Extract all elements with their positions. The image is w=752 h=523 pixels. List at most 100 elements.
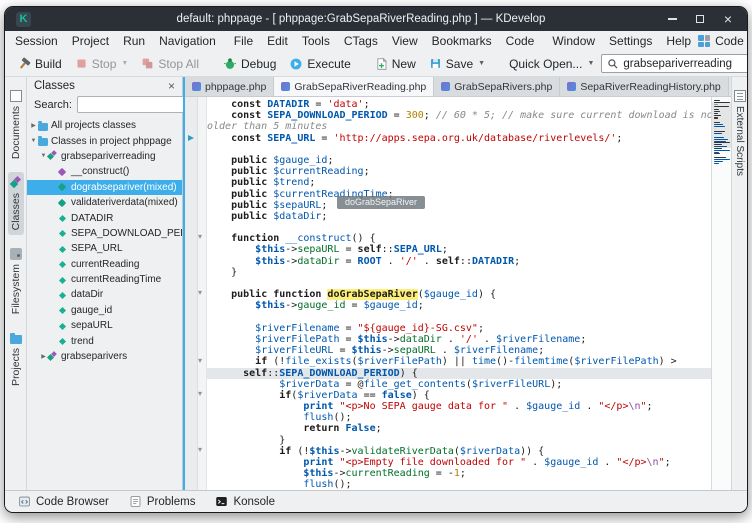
code-area-icon bbox=[698, 35, 710, 47]
title-bar[interactable]: K default: phppage - [ phppage:GrabSepaR… bbox=[5, 7, 747, 31]
filesystem-icon bbox=[10, 248, 22, 260]
menu-item-tools[interactable]: Tools bbox=[295, 33, 337, 49]
tree-down-arrow-icon[interactable]: ▼ bbox=[29, 138, 38, 144]
minimap-visible-range[interactable] bbox=[712, 102, 731, 148]
search-label: Search: bbox=[34, 99, 72, 111]
execute-icon bbox=[289, 57, 303, 71]
tree-item-trend[interactable]: trend bbox=[27, 333, 182, 348]
menu-item-ctags[interactable]: CTags bbox=[337, 33, 385, 49]
close-button[interactable]: × bbox=[722, 13, 734, 25]
dock-tab-projects[interactable]: Projects bbox=[8, 328, 24, 391]
code-folding-strip[interactable]: ▾ ▾ ▾ ▾ ▾ bbox=[198, 97, 207, 490]
fold-arrow-icon[interactable]: ▾ bbox=[198, 232, 202, 241]
fold-arrow-icon[interactable]: ▾ bbox=[198, 389, 202, 398]
tree-item-gauge-id[interactable]: gauge_id bbox=[27, 303, 182, 318]
search-input[interactable] bbox=[623, 58, 748, 70]
search-icon bbox=[607, 58, 619, 70]
field-icon bbox=[58, 305, 68, 315]
menu-item-file[interactable]: File bbox=[227, 33, 260, 49]
code-line: return False; bbox=[207, 423, 711, 434]
symbol-tooltip: doGrabSepaRiver bbox=[337, 196, 425, 209]
cls-icon bbox=[48, 151, 58, 161]
right-dock-strip: External Scripts bbox=[731, 77, 747, 490]
editor-tab-separiverreadinghistory-php[interactable]: SepaRiverReadingHistory.php bbox=[560, 77, 728, 96]
stop-all-button[interactable]: Stop All bbox=[135, 55, 205, 73]
maximize-button[interactable] bbox=[694, 13, 706, 25]
editor-tab-grabsepariverreading-php[interactable]: GrabSepaRiverReading.php bbox=[274, 77, 434, 96]
code-browser-button[interactable]: Code Browser bbox=[11, 493, 116, 510]
menu-item-edit[interactable]: Edit bbox=[260, 33, 295, 49]
tree-right-arrow-icon[interactable]: ▶ bbox=[29, 122, 38, 129]
konsole-label: Konsole bbox=[233, 496, 275, 508]
tree-item-sepa-download-period[interactable]: SEPA_DOWNLOAD_PERIOD bbox=[27, 226, 182, 241]
tree-item-grabsepariverreading[interactable]: ▼grabsepariverreading bbox=[27, 149, 182, 164]
class-tree[interactable]: ▶All projects classes▼Classes in project… bbox=[27, 118, 182, 490]
menu-item-navigation[interactable]: Navigation bbox=[152, 33, 223, 49]
tree-item-all-projects-classes[interactable]: ▶All projects classes bbox=[27, 118, 182, 133]
menu-item-project[interactable]: Project bbox=[65, 33, 116, 49]
code-line: flush(); bbox=[207, 412, 711, 423]
debug-button[interactable]: Debug bbox=[217, 55, 282, 73]
code-line: const SEPA_URL = 'http://apps.sepa.org.u… bbox=[207, 133, 711, 144]
tree-item-grabseparivers[interactable]: ▶grabseparivers bbox=[27, 349, 182, 364]
tree-item-currentreadingtime[interactable]: currentReadingTime bbox=[27, 272, 182, 287]
tree-item-dograbsepariver-mixed[interactable]: dograbsepariver(mixed) bbox=[27, 180, 182, 195]
stop-button[interactable]: Stop ▼ bbox=[69, 55, 135, 73]
build-label: Build bbox=[35, 57, 62, 71]
code-line: $riverFilename = "${gauge_id}-SG.csv"; bbox=[207, 323, 711, 334]
projects-icon bbox=[10, 335, 22, 344]
minimap-scrollbar[interactable] bbox=[711, 97, 731, 490]
dock-tab-classes[interactable]: Classes bbox=[8, 172, 24, 235]
menu-item-code[interactable]: Code bbox=[499, 33, 542, 49]
problems-icon bbox=[129, 495, 142, 508]
tree-item-sepaurl[interactable]: sepaURL bbox=[27, 318, 182, 333]
code-area[interactable]: const DATADIR = 'data'; const SEPA_DOWNL… bbox=[207, 97, 711, 490]
minimize-button[interactable] bbox=[666, 13, 678, 25]
tree-item-datadir[interactable]: DATADIR bbox=[27, 210, 182, 225]
save-icon bbox=[429, 57, 442, 70]
menu-item-settings[interactable]: Settings bbox=[602, 33, 659, 49]
fold-arrow-icon[interactable]: ▾ bbox=[198, 356, 202, 365]
code-line: function __construct() { bbox=[207, 233, 711, 244]
field-icon bbox=[58, 228, 68, 238]
quick-open-button[interactable]: Quick Open... ▼ bbox=[503, 55, 600, 73]
close-panel-button[interactable]: × bbox=[168, 81, 175, 91]
editor-tab-phppage-php[interactable]: phppage.php bbox=[185, 77, 274, 96]
save-button[interactable]: Save ▼ bbox=[423, 55, 491, 73]
menu-item-session[interactable]: Session bbox=[8, 33, 65, 49]
problems-button[interactable]: Problems bbox=[122, 493, 203, 510]
execute-button[interactable]: Execute bbox=[283, 55, 356, 73]
menu-item-bookmarks[interactable]: Bookmarks bbox=[425, 33, 499, 49]
code-line: const SEPA_DOWNLOAD_PERIOD = 300; // 60 … bbox=[207, 110, 711, 121]
menu-item-run[interactable]: Run bbox=[116, 33, 152, 49]
tree-item-currentreading[interactable]: currentReading bbox=[27, 257, 182, 272]
code-line: $riverFilePath = $this->dataDir . '/' . … bbox=[207, 334, 711, 345]
left-dock-strip: Documents Classes Filesystem Projects bbox=[5, 77, 27, 490]
editor-tab-grabseparivers-php[interactable]: GrabSepaRivers.php bbox=[434, 77, 560, 96]
menu-item-view[interactable]: View bbox=[385, 33, 425, 49]
fold-arrow-icon[interactable]: ▾ bbox=[198, 288, 202, 297]
build-button[interactable]: Build bbox=[11, 55, 68, 73]
code-line: $this->currentReading = -1; bbox=[207, 468, 711, 479]
menu-item-window[interactable]: Window bbox=[545, 33, 602, 49]
new-document-icon bbox=[375, 57, 388, 71]
tree-item-validateriverdata-mixed[interactable]: validateriverdata(mixed) bbox=[27, 195, 182, 210]
new-button[interactable]: New bbox=[369, 55, 422, 73]
konsole-button[interactable]: Konsole bbox=[208, 493, 282, 510]
global-search-field[interactable]: ▼ bbox=[601, 54, 748, 73]
tree-item-sepa-url[interactable]: SEPA_URL bbox=[27, 241, 182, 256]
code-browser-icon bbox=[18, 495, 31, 508]
fold-arrow-icon[interactable]: ▾ bbox=[198, 445, 202, 454]
tree-item-classes-in-project-phppage[interactable]: ▼Classes in project phppage bbox=[27, 133, 182, 148]
dock-tab-external-scripts[interactable]: External Scripts bbox=[732, 85, 748, 181]
dock-tab-documents[interactable]: Documents bbox=[8, 85, 24, 164]
area-switcher-code-button[interactable]: Code bbox=[698, 34, 748, 48]
code-line: public $sepaURL; bbox=[207, 200, 711, 211]
tree-item-construct[interactable]: __construct() bbox=[27, 164, 182, 179]
classes-panel: Classes × Search: ▶All projects classes▼… bbox=[27, 77, 183, 490]
external-scripts-icon bbox=[734, 90, 746, 102]
dock-tab-filesystem[interactable]: Filesystem bbox=[8, 243, 24, 319]
icon-border[interactable] bbox=[185, 97, 198, 490]
tree-item-datadir[interactable]: dataDir bbox=[27, 287, 182, 302]
menu-item-help[interactable]: Help bbox=[659, 33, 698, 49]
